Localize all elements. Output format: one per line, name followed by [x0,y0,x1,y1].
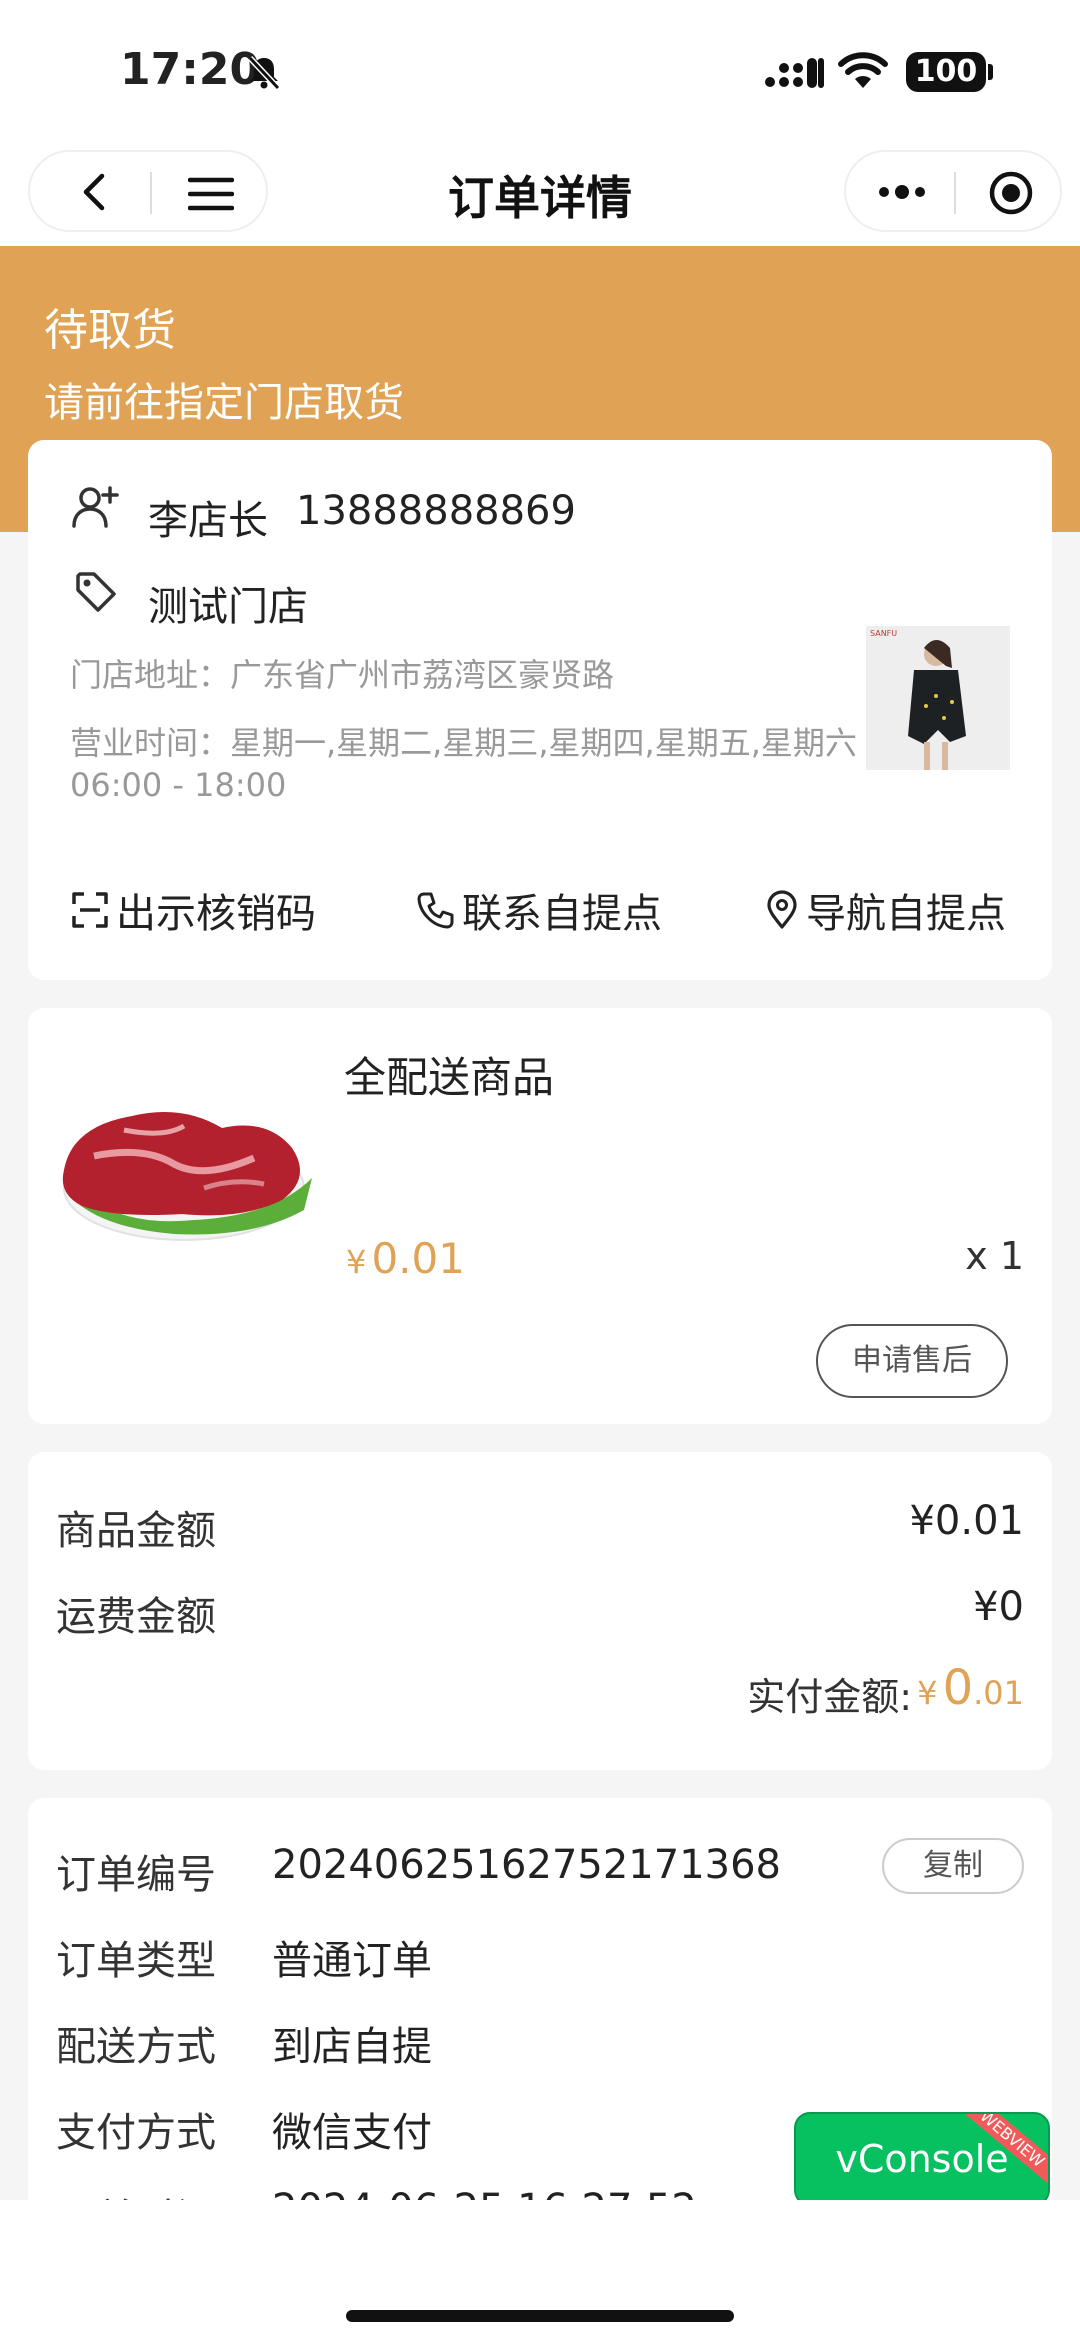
paid-amount-decimal: .01 [973,1674,1024,1712]
shipping-amount-value: ¥0 [973,1584,1024,1630]
contact-store-label: 联系自提点 [462,891,662,937]
vconsole-label: vConsole [835,2137,1009,2181]
battery-indicator: 100 [906,52,986,92]
goods-name: 全配送商品 [344,1053,555,1102]
pickup-store-card: 李店长 13888888869 测试门店 门店地址：广东省广州市荔湾区豪贤路 营… [28,440,1052,980]
contact-name: 李店长 [148,498,268,544]
goods-amount-value: ¥0.01 [909,1498,1024,1544]
more-dots-icon[interactable] [876,180,928,204]
order-number-value: 20240625162752171368 [272,1842,781,1888]
signal-icon [765,58,824,88]
order-type-label: 订单类型 [56,1938,216,1984]
paid-amount-label: 实付金额: [747,1675,912,1719]
bell-muted-icon [247,55,281,91]
capsule-divider [954,172,956,214]
order-type-value: 普通订单 [272,1938,432,1984]
navigate-store-button[interactable]: 导航自提点 [764,880,1006,940]
goods-price-symbol: ¥ [346,1243,367,1281]
person-add-icon [72,486,119,528]
phone-icon [417,892,454,929]
show-code-label: 出示核销码 [116,891,316,937]
vconsole-button[interactable]: vConsole WEBVIEW [794,2112,1050,2206]
goods-price: ¥ 0.01 [346,1234,465,1283]
goods-amount-label: 商品金额 [56,1508,216,1554]
paid-amount-integer: 0 [942,1660,974,1716]
bottom-safe-area [0,2200,1080,2341]
amount-summary-card: 商品金额 ¥0.01 运费金额 ¥0 实付金额: ¥ 0.01 [28,1452,1052,1770]
order-status-subtitle: 请前往指定门店取货 [44,380,404,426]
store-address: 门店地址：广东省广州市荔湾区豪贤路 [70,656,615,694]
wifi-icon [838,52,888,88]
home-indicator[interactable] [346,2310,734,2322]
battery-tip [988,64,993,80]
tag-icon [76,572,116,612]
copy-order-number-button[interactable]: 复制 [882,1838,1024,1894]
status-bar: 17:20 100 [0,0,1080,140]
order-number-label: 订单编号 [56,1852,216,1898]
apply-aftersale-button[interactable]: 申请售后 [816,1324,1008,1398]
store-photo: SANFU [866,626,1010,770]
navigate-store-label: 导航自提点 [806,891,1006,937]
goods-price-value: 0.01 [371,1234,465,1283]
payment-method-label: 支付方式 [56,2110,216,2156]
shipping-amount-label: 运费金额 [56,1594,216,1640]
goods-image[interactable] [54,1060,314,1260]
goods-quantity: x 1 [965,1234,1024,1278]
location-pin-icon [767,890,797,929]
store-hours-days: 营业时间：星期一,星期二,星期三,星期四,星期五,星期六 [70,724,857,762]
paid-amount-value: ¥ 0.01 [917,1660,1024,1716]
delivery-method-label: 配送方式 [56,2024,216,2070]
scan-code-icon [72,892,108,928]
paid-amount-symbol: ¥ [917,1674,938,1712]
payment-method-value: 微信支付 [272,2110,432,2156]
status-time: 17:20 [120,44,261,95]
nav-bar: 订单详情 [0,140,1080,246]
delivery-method-value: 到店自提 [272,2024,432,2070]
close-miniprogram-icon[interactable] [988,170,1034,216]
nav-capsule-right [844,150,1062,232]
contact-store-button[interactable]: 联系自提点 [416,880,662,940]
store-hours-time: 06:00 - 18:00 [70,766,287,804]
contact-phone: 13888888869 [296,488,576,534]
store-name: 测试门店 [148,584,308,630]
order-status-title: 待取货 [44,305,176,356]
show-code-button[interactable]: 出示核销码 [70,880,316,940]
goods-card: 全配送商品 ¥ 0.01 x 1 申请售后 [28,1008,1052,1424]
svg-text:SANFU: SANFU [870,629,897,638]
